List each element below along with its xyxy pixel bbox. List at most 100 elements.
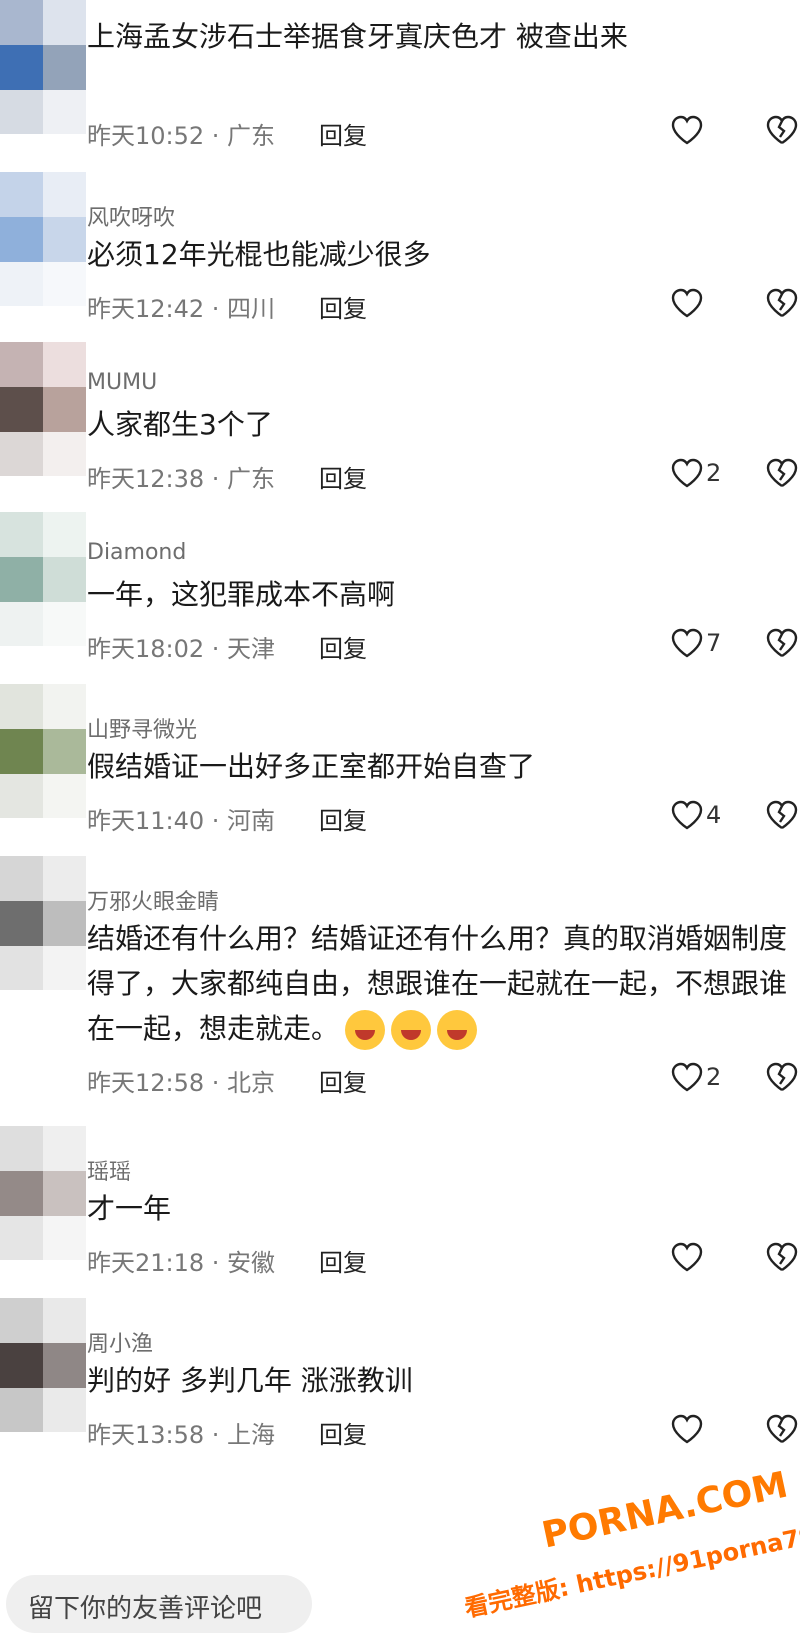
heart-icon <box>671 458 703 488</box>
avatar-pixel <box>0 774 43 818</box>
reply-button[interactable]: 回复 <box>319 459 367 494</box>
dislike-button[interactable] <box>765 1409 799 1449</box>
broken-heart-icon <box>766 628 798 658</box>
avatar-pixel <box>0 217 43 262</box>
broken-heart-icon <box>766 1242 798 1272</box>
like-button[interactable]: 2 <box>670 453 721 493</box>
avatar-pixel <box>0 602 43 646</box>
avatar-pixel <box>43 729 86 774</box>
avatar-pixel <box>43 602 86 646</box>
comment-meta: 昨天12:58 · 北京 回复 <box>87 1063 367 1098</box>
broken-heart-icon <box>766 800 798 830</box>
dislike-button[interactable] <box>765 453 799 493</box>
like-button[interactable] <box>670 1409 706 1449</box>
broken-heart-icon <box>766 458 798 488</box>
comment-text-body: 假结婚证一出好多正室都开始自查了 <box>87 750 536 783</box>
broken-heart-icon <box>766 1062 798 1092</box>
like-button[interactable] <box>670 1237 706 1277</box>
heart-icon <box>671 1242 703 1272</box>
comment-username[interactable]: 瑶瑶 <box>87 1154 131 1186</box>
heart-icon <box>671 1062 703 1092</box>
comment-meta: 昨天12:38 · 广东 回复 <box>87 459 367 494</box>
broken-heart-icon <box>766 288 798 318</box>
avatar-pixel <box>43 774 86 818</box>
avatar[interactable] <box>0 1298 86 1432</box>
comment-username[interactable]: 山野寻微光 <box>87 712 197 744</box>
comment-text-body: 判的好 多判几年 涨涨教训 <box>87 1364 413 1397</box>
comment-username[interactable]: 万邪火眼金睛 <box>87 884 219 916</box>
avatar-pixel <box>0 1343 43 1388</box>
avatar[interactable] <box>0 172 86 306</box>
avatar-pixel <box>43 512 86 557</box>
comment-time-location: 昨天21:18 · 安徽 <box>87 1249 276 1277</box>
reply-button[interactable]: 回复 <box>319 1243 367 1278</box>
avatar-pixel <box>0 856 43 901</box>
comment-text: 必须12年光棍也能减少很多 <box>87 232 787 277</box>
avatar-pixel <box>0 946 43 990</box>
avatar-pixel <box>43 342 86 387</box>
avatar-pixel <box>43 45 86 90</box>
reply-button[interactable]: 回复 <box>319 289 367 324</box>
avatar-pixel <box>0 901 43 946</box>
avatar-pixel <box>43 172 86 217</box>
avatar-pixel <box>0 1388 43 1432</box>
comment-meta: 昨天13:58 · 上海 回复 <box>87 1415 367 1450</box>
avatar-pixel <box>0 1298 43 1343</box>
comment-meta: 昨天18:02 · 天津 回复 <box>87 629 367 664</box>
dislike-button[interactable] <box>765 795 799 835</box>
avatar-pixel <box>0 90 43 134</box>
dislike-button[interactable] <box>765 1237 799 1277</box>
avatar-pixel <box>43 387 86 432</box>
reply-button[interactable]: 回复 <box>319 801 367 836</box>
comment-username[interactable]: MUMU <box>87 370 157 395</box>
comment-username[interactable]: 风吹呀吹 <box>87 200 175 232</box>
like-button[interactable]: 2 <box>670 1057 721 1097</box>
avatar-pixel <box>0 557 43 602</box>
avatar[interactable] <box>0 0 86 134</box>
reply-button[interactable]: 回复 <box>319 116 367 151</box>
comment-meta: 昨天11:40 · 河南 回复 <box>87 801 367 836</box>
avatar[interactable] <box>0 342 86 476</box>
avatar[interactable] <box>0 856 86 990</box>
laugh-cry-emoji-icon <box>391 1010 432 1050</box>
comment-time-location: 昨天12:58 · 北京 <box>87 1069 276 1097</box>
laugh-cry-emoji-icon <box>437 1010 478 1050</box>
like-button[interactable]: 4 <box>670 795 721 835</box>
heart-icon <box>671 1414 703 1444</box>
reply-button[interactable]: 回复 <box>319 1415 367 1450</box>
avatar[interactable] <box>0 684 86 818</box>
like-button[interactable] <box>670 110 706 150</box>
dislike-button[interactable] <box>765 110 799 150</box>
comment-username[interactable]: 周小渔 <box>87 1326 153 1358</box>
avatar-pixel <box>0 729 43 774</box>
reply-button[interactable]: 回复 <box>319 1063 367 1098</box>
heart-icon <box>671 800 703 830</box>
comment-time-location: 昨天12:38 · 广东 <box>87 465 276 493</box>
like-button[interactable]: 7 <box>670 623 721 663</box>
avatar-pixel <box>0 684 43 729</box>
avatar-pixel <box>0 432 43 476</box>
comment-input[interactable]: 留下你的友善评论吧 <box>6 1575 312 1633</box>
avatar-pixel <box>0 262 43 306</box>
avatar-pixel <box>0 172 43 217</box>
dislike-button[interactable] <box>765 623 799 663</box>
avatar[interactable] <box>0 512 86 646</box>
like-button[interactable] <box>670 283 706 323</box>
avatar-pixel <box>43 0 86 45</box>
comment-time-location: 昨天11:40 · 河南 <box>87 807 276 835</box>
avatar[interactable] <box>0 1126 86 1260</box>
reply-button[interactable]: 回复 <box>319 629 367 664</box>
comment-username[interactable]: Diamond <box>87 540 186 565</box>
avatar-pixel <box>43 946 86 990</box>
comment-text: 上海孟女涉石士举据食牙寘庆色才 被查出来 <box>87 14 787 59</box>
dislike-button[interactable] <box>765 1057 799 1097</box>
avatar-pixel <box>43 684 86 729</box>
avatar-pixel <box>43 1343 86 1388</box>
heart-icon <box>671 628 703 658</box>
avatar-pixel <box>0 1216 43 1260</box>
avatar-pixel <box>0 342 43 387</box>
dislike-button[interactable] <box>765 283 799 323</box>
comment-text-body: 一年，这犯罪成本不高啊 <box>87 578 396 611</box>
avatar-pixel <box>43 1216 86 1260</box>
comment-text-body: 必须12年光棍也能减少很多 <box>87 238 431 271</box>
